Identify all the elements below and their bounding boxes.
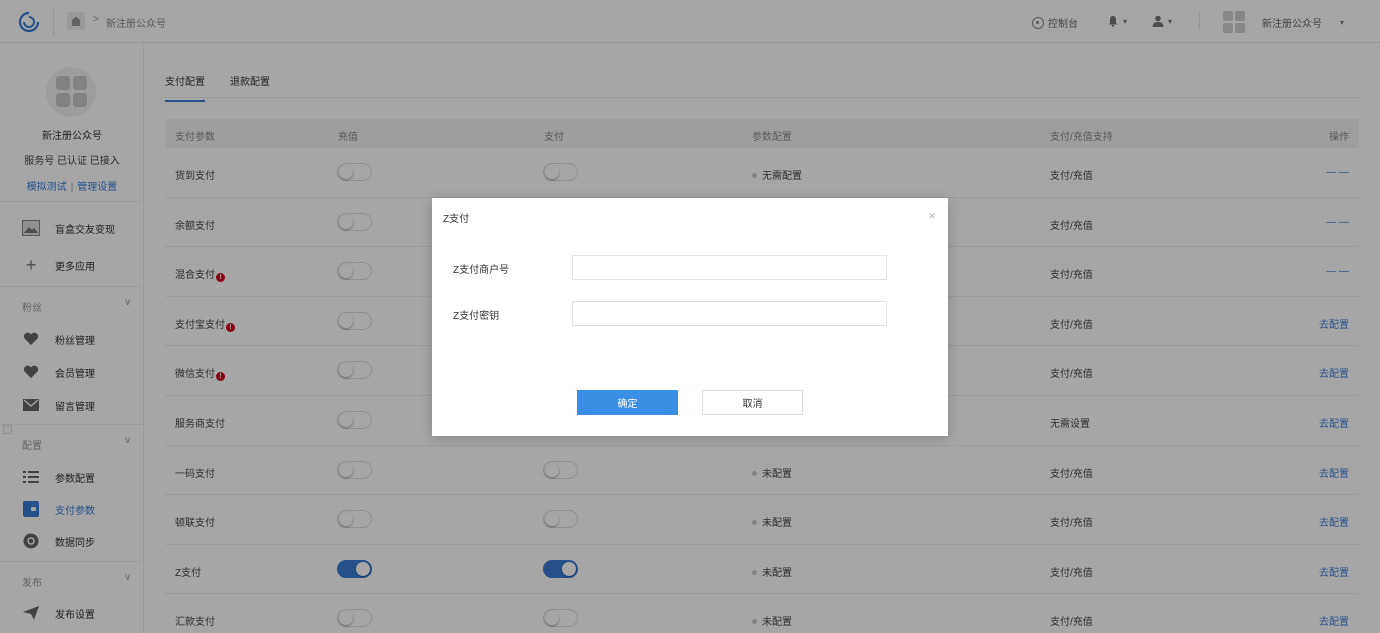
merchant-id-input[interactable] [572, 255, 887, 280]
cancel-button[interactable]: 取消 [702, 390, 803, 415]
secret-key-input[interactable] [572, 301, 887, 326]
z-pay-dialog: Z支付 × Z支付商户号 Z支付密钥 确定 取消 [432, 198, 948, 436]
secret-key-label: Z支付密钥 [453, 311, 500, 322]
dialog-title: Z支付 [443, 214, 470, 225]
merchant-id-label: Z支付商户号 [453, 265, 510, 276]
close-icon[interactable]: × [928, 208, 936, 223]
confirm-button[interactable]: 确定 [577, 390, 678, 415]
